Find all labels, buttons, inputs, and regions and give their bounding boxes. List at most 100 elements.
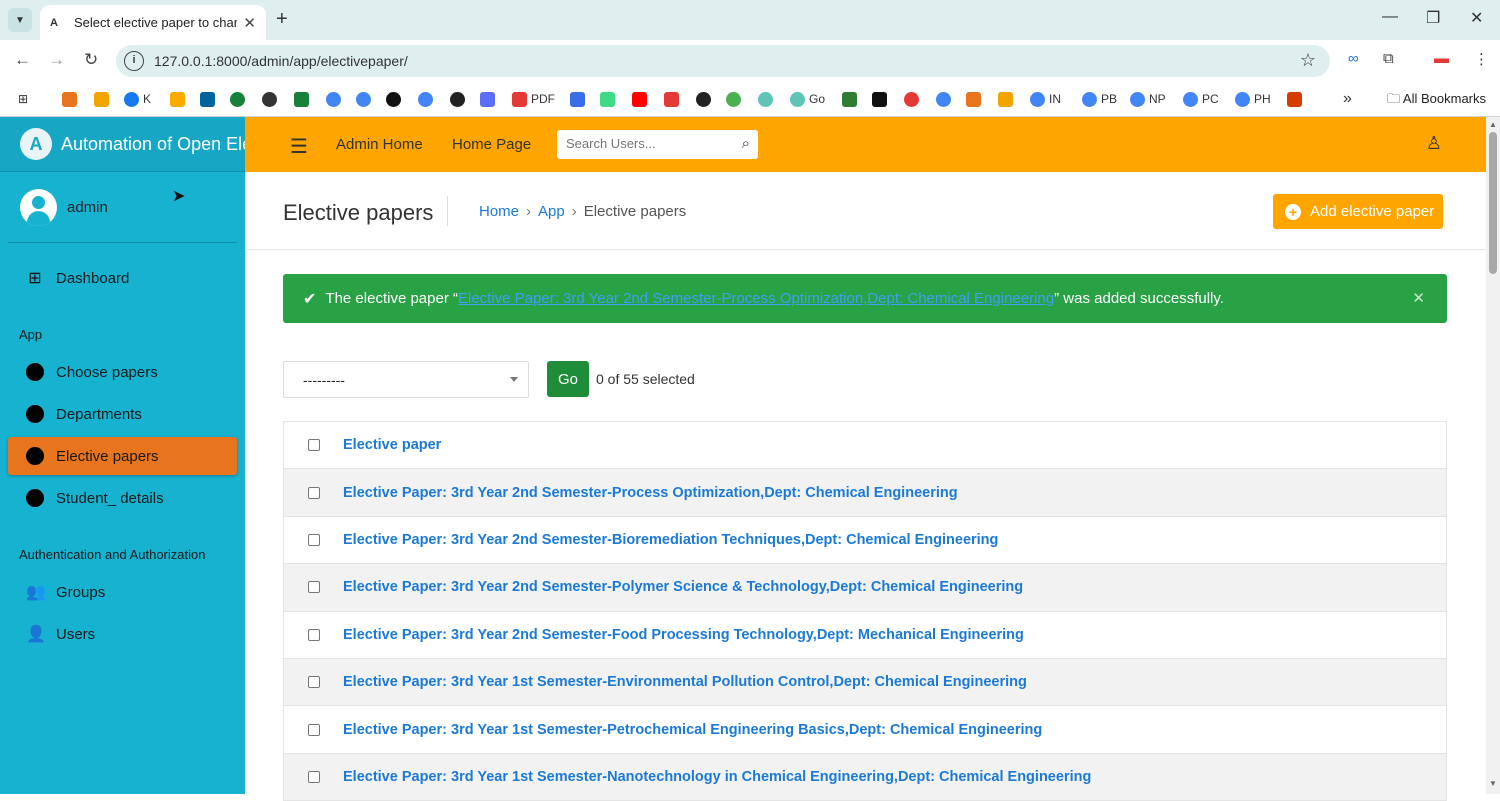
tab-close-icon[interactable]: ✕ bbox=[243, 14, 256, 32]
extension-icon[interactable]: ∞ bbox=[1348, 50, 1359, 67]
browser-tab[interactable]: A Select elective paper to change ✕ bbox=[40, 5, 266, 40]
bookmark-label: IN bbox=[1049, 92, 1061, 106]
all-bookmarks[interactable]: 🗀 All Bookmarks bbox=[1387, 90, 1486, 112]
bookmark-1[interactable] bbox=[62, 89, 81, 109]
bookmark-google-1[interactable] bbox=[326, 89, 345, 109]
bookmark-zotero[interactable] bbox=[664, 89, 683, 109]
row-link[interactable]: Elective Paper: 3rd Year 2nd Semester-Pr… bbox=[343, 485, 958, 501]
breadcrumb-home[interactable]: Home bbox=[479, 203, 519, 220]
bookmark-pb[interactable]: PB bbox=[1082, 89, 1117, 109]
search-icon[interactable]: ⌕ bbox=[742, 135, 750, 152]
bookmark-gemini[interactable] bbox=[480, 89, 499, 109]
bookmark-np[interactable]: NP bbox=[1130, 89, 1166, 109]
page-header: Elective papers Home › App › Elective papers… bbox=[245, 172, 1486, 250]
row-checkbox[interactable] bbox=[308, 581, 320, 594]
bookmark-google-2[interactable] bbox=[356, 89, 375, 109]
nav-dashboard[interactable]: ⊞ Dashboard bbox=[8, 259, 237, 297]
row-link[interactable]: Elective Paper: 3rd Year 2nd Semester-Po… bbox=[343, 579, 1023, 595]
back-icon[interactable]: ← bbox=[14, 50, 31, 70]
scroll-up-icon[interactable]: ▲ bbox=[1489, 120, 1497, 129]
bookmark-google-4[interactable] bbox=[936, 89, 955, 109]
site-info-icon[interactable]: i bbox=[124, 51, 144, 71]
bookmark-go[interactable]: Go bbox=[790, 89, 825, 109]
admin-home-link[interactable]: Admin Home bbox=[336, 136, 423, 153]
search-input[interactable] bbox=[566, 136, 726, 151]
bookmark-matlab[interactable] bbox=[966, 89, 985, 109]
select-all-checkbox[interactable] bbox=[308, 439, 320, 452]
column-header[interactable]: Elective paper bbox=[343, 437, 441, 453]
more-bookmarks-icon[interactable]: » bbox=[1343, 89, 1352, 109]
user-panel[interactable]: admin bbox=[8, 172, 237, 243]
row-link[interactable]: Elective Paper: 3rd Year 1st Semester-Pe… bbox=[343, 722, 1042, 738]
bookmark-google-3[interactable] bbox=[418, 89, 437, 109]
new-tab-button[interactable]: + bbox=[276, 8, 288, 31]
go-button[interactable]: Go bbox=[547, 361, 589, 397]
row-link[interactable]: Elective Paper: 3rd Year 2nd Semester-Fo… bbox=[343, 627, 1024, 643]
account-icon[interactable]: ♙ bbox=[1426, 133, 1442, 154]
bookmark-5[interactable] bbox=[230, 89, 249, 109]
bookmark-ieee[interactable] bbox=[200, 89, 219, 109]
bookmark-17[interactable] bbox=[872, 89, 891, 109]
bookmark-star-icon[interactable]: ☆ bbox=[1300, 50, 1316, 71]
bookmark-globe[interactable] bbox=[262, 89, 281, 109]
restore-icon[interactable]: ❐ bbox=[1426, 8, 1440, 28]
nav-choose-papers[interactable]: Choose papers bbox=[8, 353, 237, 391]
row-checkbox[interactable] bbox=[308, 486, 320, 499]
alert-link[interactable]: Elective Paper: 3rd Year 2nd Semester-Pr… bbox=[458, 290, 1054, 307]
row-checkbox[interactable] bbox=[308, 628, 320, 641]
bookmark-pdf[interactable]: PDF bbox=[512, 89, 555, 109]
bookmark-14[interactable] bbox=[758, 89, 777, 109]
apps-grid-icon[interactable]: ⊞ bbox=[18, 89, 28, 109]
home-page-link[interactable]: Home Page bbox=[452, 136, 531, 153]
address-bar[interactable]: i 127.0.0.1:8000/admin/app/electivepaper… bbox=[116, 45, 1330, 77]
close-window-icon[interactable]: ✕ bbox=[1470, 8, 1483, 28]
row-checkbox[interactable] bbox=[308, 723, 320, 736]
nav-departments[interactable]: Departments bbox=[8, 395, 237, 433]
bookmark-openai[interactable] bbox=[450, 89, 469, 109]
scroll-down-icon[interactable]: ▼ bbox=[1489, 779, 1497, 788]
row-link[interactable]: Elective Paper: 3rd Year 2nd Semester-Bi… bbox=[343, 532, 998, 548]
row-checkbox[interactable] bbox=[308, 676, 320, 689]
extensions-puzzle-icon[interactable]: ⧉ bbox=[1383, 50, 1394, 67]
bookmark-in[interactable]: IN bbox=[1030, 89, 1061, 109]
page-scrollbar[interactable]: ▲ ▼ bbox=[1486, 117, 1500, 794]
row-link[interactable]: Elective Paper: 3rd Year 1st Semester-Na… bbox=[343, 769, 1091, 785]
nav-elective-papers[interactable]: Elective papers bbox=[8, 437, 237, 475]
action-select[interactable]: --------- bbox=[283, 361, 529, 398]
bookmark-13[interactable] bbox=[726, 89, 745, 109]
bookmark-12[interactable] bbox=[696, 89, 715, 109]
bookmark-office[interactable] bbox=[1287, 89, 1306, 109]
bookmark-android[interactable] bbox=[600, 89, 619, 109]
add-elective-paper-button[interactable]: + Add elective paper bbox=[1273, 194, 1443, 229]
bookmark-pc[interactable]: PC bbox=[1183, 89, 1219, 109]
minimize-icon[interactable]: — bbox=[1382, 8, 1398, 26]
bookmark-sheets[interactable] bbox=[294, 89, 313, 109]
bookmark-16[interactable] bbox=[842, 89, 861, 109]
bookmark-8[interactable] bbox=[570, 89, 589, 109]
bookmark-youtube[interactable] bbox=[632, 89, 651, 109]
nav-groups[interactable]: 👥 Groups bbox=[8, 573, 237, 611]
bookmark-21[interactable] bbox=[998, 89, 1017, 109]
alert-close-icon[interactable]: ✕ bbox=[1412, 289, 1425, 307]
scrollbar-thumb[interactable] bbox=[1489, 132, 1497, 274]
bookmark-18[interactable] bbox=[904, 89, 923, 109]
row-checkbox[interactable] bbox=[308, 533, 320, 546]
url-text[interactable]: 127.0.0.1:8000/admin/app/electivepaper/ bbox=[154, 53, 408, 69]
brand-link[interactable]: A Automation of Open Elective bbox=[0, 117, 245, 172]
bookmark-2[interactable] bbox=[94, 89, 113, 109]
row-link[interactable]: Elective Paper: 3rd Year 1st Semester-En… bbox=[343, 674, 1027, 690]
forward-icon[interactable]: → bbox=[48, 50, 65, 70]
bookmark-facebook[interactable]: K bbox=[124, 89, 151, 109]
breadcrumb-app[interactable]: App bbox=[538, 203, 565, 220]
bookmark-ph[interactable]: PH bbox=[1235, 89, 1271, 109]
nav-users[interactable]: 👤 Users bbox=[8, 615, 237, 653]
bookmark-github[interactable] bbox=[386, 89, 405, 109]
hamburger-menu-icon[interactable]: ☰ bbox=[290, 134, 308, 159]
profile-extension-icon[interactable]: ▬ bbox=[1434, 50, 1449, 67]
tab-search-button[interactable]: ▼ bbox=[8, 8, 32, 32]
bookmark-analytics[interactable] bbox=[170, 89, 189, 109]
nav-student-details[interactable]: Student_ details bbox=[8, 479, 237, 517]
browser-menu-icon[interactable]: ⋮ bbox=[1474, 50, 1489, 68]
reload-icon[interactable]: ↻ bbox=[84, 50, 98, 70]
row-checkbox[interactable] bbox=[308, 770, 320, 783]
